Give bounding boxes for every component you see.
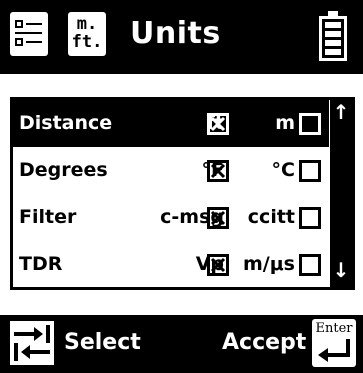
menu-line-glyph xyxy=(26,41,42,43)
battery-segment xyxy=(325,22,341,28)
tab-arrows-icon[interactable] xyxy=(10,321,54,365)
settings-row-tdr[interactable]: TDR Vp m/μs xyxy=(13,241,329,288)
menu-line-glyph xyxy=(15,32,42,34)
option-checkbox-unchecked[interactable] xyxy=(299,113,321,135)
battery-segment xyxy=(325,49,341,55)
select-softkey-label[interactable]: Select xyxy=(64,325,141,361)
check-x-icon xyxy=(210,257,226,273)
option-checkbox-unchecked[interactable] xyxy=(299,160,321,182)
units-icon-line1: m. xyxy=(76,14,98,34)
option-label: °C xyxy=(271,159,295,181)
units-icon-line2: ft. xyxy=(71,32,103,52)
units-settings-panel: Distance ft m Degrees °F °C Filter c-msg… xyxy=(10,97,355,290)
option-checkbox-unchecked[interactable] xyxy=(299,254,321,276)
units-screen: m. ft. Units Distance ft m Degrees xyxy=(0,0,363,373)
header-bar: m. ft. Units xyxy=(0,0,363,74)
menu-checkbox-glyph xyxy=(15,38,23,46)
battery-icon xyxy=(319,11,347,61)
battery-segment xyxy=(325,40,341,46)
scroll-up-icon[interactable]: ↑ xyxy=(330,102,352,122)
footer-bar: Select Accept Enter xyxy=(0,315,363,373)
check-x-icon xyxy=(210,163,226,179)
option-checkbox-checked[interactable] xyxy=(207,160,229,182)
row-label: Filter xyxy=(19,206,77,228)
enter-arrow-glyph xyxy=(318,339,350,362)
check-x-icon xyxy=(210,116,226,132)
settings-row-degrees[interactable]: Degrees °F °C xyxy=(13,147,329,194)
settings-row-distance[interactable]: Distance ft m xyxy=(13,100,329,147)
menu-list-icon[interactable] xyxy=(10,12,48,56)
option-label: m xyxy=(275,112,295,134)
battery-segment xyxy=(325,31,341,37)
accept-softkey-label[interactable]: Accept xyxy=(222,325,306,361)
option-checkbox-checked[interactable] xyxy=(207,207,229,229)
option-label: m/μs xyxy=(242,253,295,275)
units-icon[interactable]: m. ft. xyxy=(68,12,106,56)
option-checkbox-checked[interactable] xyxy=(207,254,229,276)
option-checkbox-unchecked[interactable] xyxy=(299,207,321,229)
battery-body xyxy=(319,16,347,61)
page-title: Units xyxy=(130,16,221,51)
tab-arrows-glyph xyxy=(14,325,50,361)
menu-line-glyph xyxy=(26,23,42,25)
row-label: Degrees xyxy=(19,159,108,181)
option-label: ccitt xyxy=(247,206,295,228)
check-x-icon xyxy=(210,210,226,226)
option-checkbox-checked[interactable] xyxy=(207,113,229,135)
scrollbar[interactable]: ↑ ↓ xyxy=(330,100,352,287)
scroll-down-icon[interactable]: ↓ xyxy=(330,260,352,280)
row-label: TDR xyxy=(19,253,63,275)
enter-key-icon[interactable]: Enter xyxy=(312,319,356,367)
row-label: Distance xyxy=(19,112,113,134)
menu-checkbox-glyph xyxy=(15,20,23,28)
settings-row-filter[interactable]: Filter c-msg ccitt xyxy=(13,194,329,241)
